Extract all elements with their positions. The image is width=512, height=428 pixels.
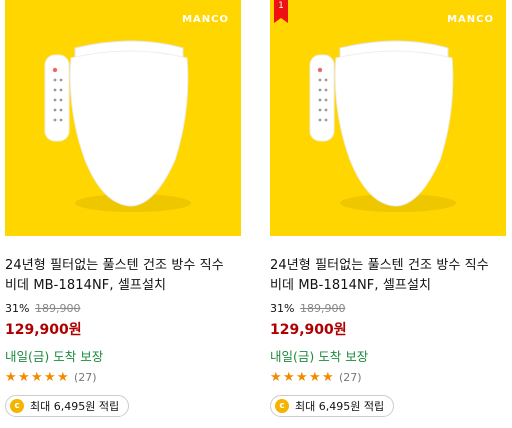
coin-icon: c	[275, 399, 289, 413]
review-count: (27)	[74, 370, 97, 384]
delivery-badge: 내일(금) 도착 보장	[5, 349, 104, 364]
sale-price: 129,900원	[5, 322, 82, 338]
brand-logo: MANCO	[447, 14, 494, 25]
rank-badge: 1	[274, 0, 288, 23]
discount-rate: 31%	[5, 302, 30, 315]
product-card[interactable]: MANCO 1 24년형 필터없는 풀스텐 건조 방수 직수 비데 MB-181…	[270, 0, 506, 417]
star-icon: ★	[270, 369, 282, 385]
product-card[interactable]: MANCO 24년형 필터없는 풀스텐 건조 방수 직수 비데 MB-1814N…	[5, 0, 241, 417]
star-icon: ★	[283, 369, 295, 385]
star-icon: ★	[44, 369, 56, 385]
star-icon: ★	[309, 369, 321, 385]
original-price: 189,900	[299, 302, 346, 315]
star-icon: ★	[31, 369, 43, 385]
star-rating: ★ ★ ★ ★ ★	[270, 371, 335, 384]
reward-points-badge: c 최대 6,495원 적립	[270, 395, 395, 417]
reward-points-badge: c 최대 6,495원 적립	[5, 395, 130, 417]
rating: ★ ★ ★ ★ ★ (27)	[5, 369, 241, 385]
brand-logo: MANCO	[182, 14, 229, 25]
discount-row: 31% 189,900	[5, 302, 241, 316]
star-icon: ★	[296, 369, 308, 385]
star-icon: ★	[5, 369, 17, 385]
product-image[interactable]: MANCO	[5, 0, 241, 236]
points-text: 최대 6,495원 적립	[295, 400, 385, 413]
bidet-image	[44, 40, 191, 212]
star-half-icon: ★	[57, 369, 69, 385]
rating: ★ ★ ★ ★ ★ (27)	[270, 369, 506, 385]
star-icon: ★	[18, 369, 30, 385]
product-title[interactable]: 24년형 필터없는 풀스텐 건조 방수 직수 비데 MB-1814NF, 셀프설…	[5, 256, 241, 296]
product-title[interactable]: 24년형 필터없는 풀스텐 건조 방수 직수 비데 MB-1814NF, 셀프설…	[270, 256, 506, 296]
coin-icon: c	[10, 399, 24, 413]
original-price: 189,900	[34, 302, 81, 315]
sale-price: 129,900원	[270, 322, 347, 338]
discount-rate: 31%	[270, 302, 295, 315]
points-text: 최대 6,495원 적립	[30, 400, 120, 413]
bidet-image	[309, 40, 456, 212]
review-count: (27)	[339, 370, 362, 384]
star-half-icon: ★	[322, 369, 334, 385]
star-rating: ★ ★ ★ ★ ★	[5, 371, 70, 384]
discount-row: 31% 189,900	[270, 302, 506, 316]
delivery-badge: 내일(금) 도착 보장	[270, 349, 369, 364]
product-image[interactable]: MANCO 1	[270, 0, 506, 236]
